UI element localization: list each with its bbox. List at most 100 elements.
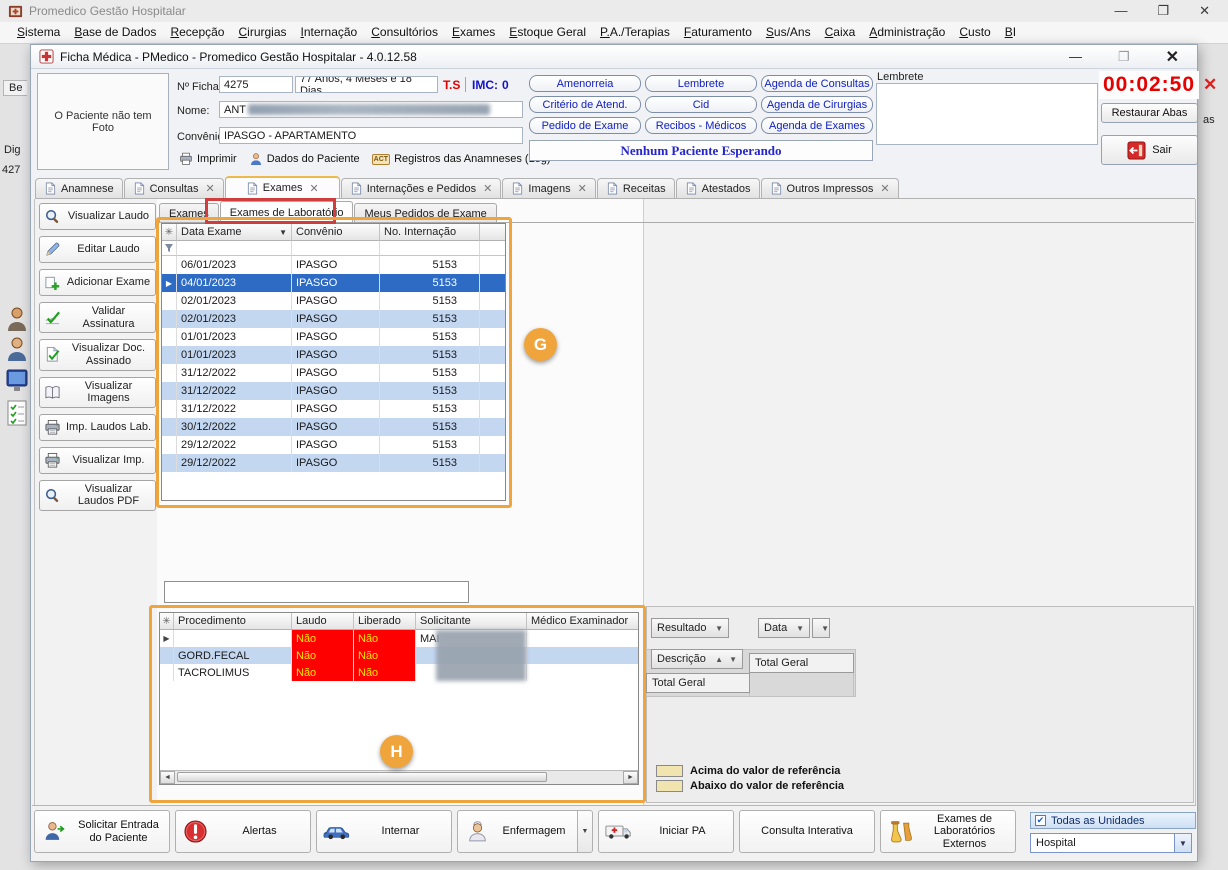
footer-button-internar[interactable]: Internar [316, 810, 452, 853]
menu-item-p-a-terapias[interactable]: P.A./Terapias [593, 23, 677, 42]
quick-button-agenda-de-consultas[interactable]: Agenda de Consultas [761, 75, 873, 92]
sidebar-button-imp-laudos-lab[interactable]: Imp. Laudos Lab. [39, 414, 156, 441]
close-icon[interactable]: ✕ [578, 182, 587, 195]
menu-item-sus-ans[interactable]: Sus/Ans [759, 23, 818, 42]
tab-outros-impressos[interactable]: Outros Impressos ✕ [761, 178, 899, 198]
subtab-exames-de-laboratorio[interactable]: Exames de Laboratório [220, 201, 354, 223]
menu-item-faturamento[interactable]: Faturamento [677, 23, 759, 42]
menu-item-sistema[interactable]: Sistema [10, 23, 67, 42]
close-icon[interactable]: ✕ [206, 182, 215, 195]
exam-row[interactable]: 31/12/2022 IPASGO 5153 [162, 400, 505, 418]
all-units-bar[interactable]: ✔ Todas as Unidades [1030, 812, 1196, 829]
column-header-no-internacao[interactable]: No. Internação [380, 224, 480, 241]
sidebar-button-visualizar-doc-assinado[interactable]: Visualizar Doc. Assinado [39, 339, 156, 370]
menu-item-internacao[interactable]: Internação [294, 23, 365, 42]
column-header-procedimento[interactable]: Procedimento [174, 613, 292, 630]
patient-data-button[interactable]: Dados do Paciente [249, 152, 360, 166]
insurance-field[interactable]: IPASGO - APARTAMENTO [219, 127, 523, 144]
column-header-liberado[interactable]: Liberado [354, 613, 416, 630]
sidebar-button-visualizar-imp[interactable]: Visualizar Imp. [39, 447, 156, 474]
menu-item-estoque-geral[interactable]: Estoque Geral [502, 23, 593, 42]
exam-row[interactable]: 02/01/2023 IPASGO 5153 [162, 292, 505, 310]
footer-button-enfermagem[interactable]: Enfermagem [457, 810, 578, 853]
subtab-exames[interactable]: Exames [159, 203, 219, 223]
exam-row[interactable]: 30/12/2022 IPASGO 5153 [162, 418, 505, 436]
tab-consultas[interactable]: Consultas ✕ [124, 178, 224, 198]
restore-tabs-button[interactable]: Restaurar Abas [1101, 103, 1198, 123]
anamnesis-log-button[interactable]: ACTRegistros das Anamneses (Log) [372, 153, 551, 165]
all-units-checkbox[interactable]: ✔ [1035, 815, 1046, 826]
quick-button-cid[interactable]: Cid [645, 96, 757, 113]
close-icon[interactable]: ✕ [880, 182, 889, 195]
tab-imagens[interactable]: Imagens ✕ [502, 178, 595, 198]
quick-button-criterio-de-atend[interactable]: Critério de Atend. [529, 96, 641, 113]
menu-item-exames[interactable]: Exames [445, 23, 502, 42]
date-filter-dropdown[interactable]: Data▼ [758, 618, 810, 638]
maximize-icon[interactable]: ❐ [1118, 49, 1130, 65]
marker-column-header[interactable]: ✳ [162, 224, 177, 241]
exam-row[interactable]: 06/01/2023 IPASGO 5153 [162, 256, 505, 274]
scrollbar-track[interactable] [175, 771, 623, 784]
footer-button-exames-de-laboratorios-externos[interactable]: Exames de Laboratórios Externos [880, 810, 1016, 853]
minimize-icon[interactable]: — [1114, 3, 1127, 19]
tab-exames[interactable]: Exames ✕ [225, 176, 340, 198]
quick-button-pedido-de-exame[interactable]: Pedido de Exame [529, 117, 641, 134]
patient-name-field[interactable]: ANT [219, 101, 523, 118]
description-sort-dropdown[interactable]: Descrição▲▼ [651, 649, 743, 669]
exam-row[interactable]: 31/12/2022 IPASGO 5153 [162, 364, 505, 382]
record-number-field[interactable]: 4275 [219, 76, 293, 93]
tab-anamnese[interactable]: Anamnese [35, 178, 123, 198]
sidebar-button-editar-laudo[interactable]: Editar Laudo [39, 236, 156, 263]
footer-button-solicitar-entrada-do-paciente[interactable]: Solicitar Entrada do Paciente [34, 810, 170, 853]
scroll-right-icon[interactable]: ► [623, 771, 638, 784]
menu-item-consultorios[interactable]: Consultórios [364, 23, 445, 42]
scrollbar-thumb[interactable] [177, 772, 547, 782]
exam-row[interactable]: 01/01/2023 IPASGO 5153 [162, 328, 505, 346]
quick-button-agenda-de-cirurgias[interactable]: Agenda de Cirurgias [761, 96, 873, 113]
empty-field[interactable] [164, 581, 469, 603]
tab-atestados[interactable]: Atestados [676, 178, 760, 198]
menu-item-cirurgias[interactable]: Cirurgias [231, 23, 293, 42]
exam-row[interactable]: ▶ 04/01/2023 IPASGO 5153 [162, 274, 505, 292]
sidebar-button-validar-assinatura[interactable]: Validar Assinatura [39, 302, 156, 333]
menu-item-caixa[interactable]: Caixa [818, 23, 863, 42]
sidebar-button-visualizar-laudos-pdf[interactable]: Visualizar Laudos PDF [39, 480, 156, 511]
minimize-icon[interactable]: — [1069, 49, 1082, 64]
column-header-solicitante[interactable]: Solicitante [416, 613, 527, 630]
tab-internacoes-e-pedidos[interactable]: Internações e Pedidos ✕ [341, 178, 502, 198]
tab-receitas[interactable]: Receitas [597, 178, 675, 198]
unit-select[interactable]: Hospital ▼ [1030, 833, 1192, 853]
quick-button-recibos-medicos[interactable]: Recibos - Médicos [645, 117, 757, 134]
footer-button-consulta-interativa[interactable]: Consulta Interativa [739, 810, 875, 853]
exam-row[interactable]: 01/01/2023 IPASGO 5153 [162, 346, 505, 364]
sidebar-button-visualizar-imagens[interactable]: Visualizar Imagens [39, 377, 156, 408]
footer-button-iniciar-pa[interactable]: Iniciar PA [598, 810, 734, 853]
quick-button-lembrete[interactable]: Lembrete [645, 75, 757, 92]
marker-column-header[interactable]: ✳ [160, 613, 174, 630]
close-icon[interactable]: ✕ [309, 182, 318, 195]
sidebar-button-adicionar-exame[interactable]: Adicionar Exame [39, 269, 156, 296]
procedure-row[interactable]: ▶ Não Não MAI [160, 630, 638, 647]
enfermagem-dropdown-button[interactable]: ▼ [578, 810, 593, 853]
column-header-data-exame[interactable]: Data Exame▼ [177, 224, 292, 241]
exam-row[interactable]: 31/12/2022 IPASGO 5153 [162, 382, 505, 400]
background-close-icon[interactable]: ✕ [1203, 76, 1217, 93]
menu-item-custo[interactable]: Custo [952, 23, 997, 42]
column-header-laudo[interactable]: Laudo [292, 613, 354, 630]
procedure-row[interactable]: GORD.FECAL Não Não [160, 647, 638, 664]
filter-row[interactable] [162, 241, 505, 256]
maximize-icon[interactable]: ❐ [1157, 3, 1169, 19]
exam-row[interactable]: 29/12/2022 IPASGO 5153 [162, 436, 505, 454]
menu-item-administracao[interactable]: Administração [862, 23, 952, 42]
quick-button-amenorreia[interactable]: Amenorreia [529, 75, 641, 92]
procedure-row[interactable]: TACROLIMUS Não Não [160, 664, 638, 681]
menu-item-recepcao[interactable]: Recepção [163, 23, 231, 42]
subtab-meus-pedidos-de-exame[interactable]: Meus Pedidos de Exame [354, 203, 496, 223]
date-filter-extra-dropdown[interactable]: ▼ [812, 618, 830, 638]
column-header-convenio[interactable]: Convênio [292, 224, 380, 241]
menu-item-bi[interactable]: BI [998, 23, 1023, 42]
quick-button-agenda-de-exames[interactable]: Agenda de Exames [761, 117, 873, 134]
footer-button-alertas[interactable]: Alertas [175, 810, 311, 853]
exam-row[interactable]: 29/12/2022 IPASGO 5153 [162, 454, 505, 472]
column-header-medico-examinador[interactable]: Médico Examinador [527, 613, 638, 630]
